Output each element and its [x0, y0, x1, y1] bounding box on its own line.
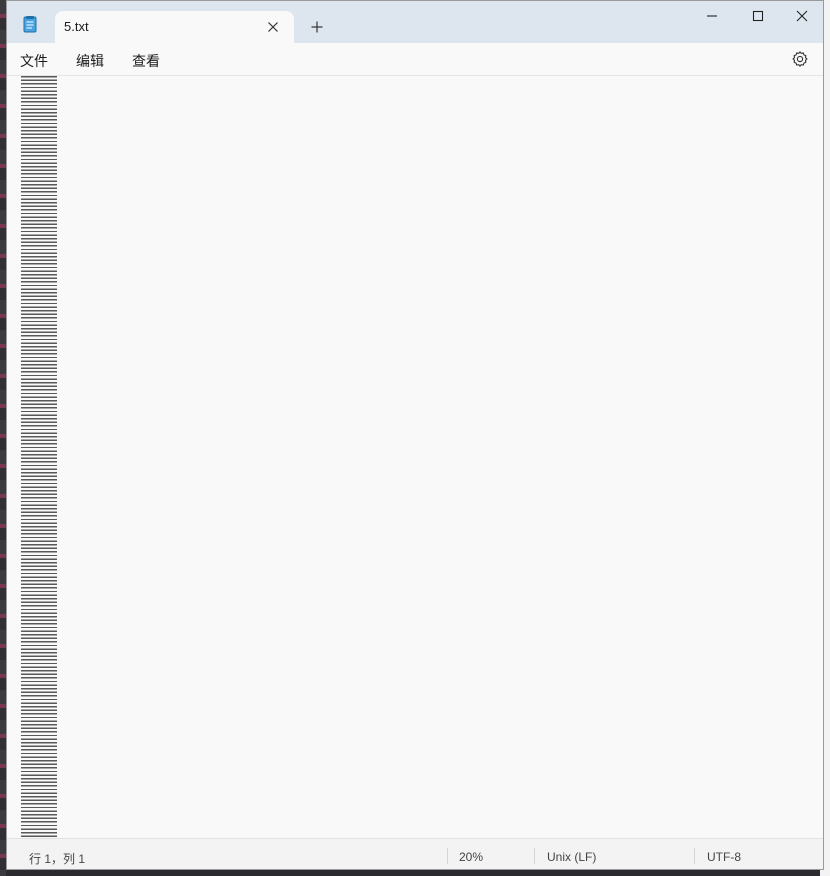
- tab-5-txt[interactable]: 5.txt: [55, 11, 294, 43]
- status-divider: [694, 848, 695, 864]
- notepad-window: 5.txt 文件 编辑 查看 行 1，列 1 20% Unix (LF) UTF…: [6, 0, 824, 870]
- encoding[interactable]: UTF-8: [707, 850, 741, 864]
- notepad-icon: [21, 15, 39, 33]
- close-icon[interactable]: [779, 1, 823, 33]
- line-ending[interactable]: Unix (LF): [547, 850, 596, 864]
- menu-bar: 文件 编辑 查看: [7, 43, 823, 76]
- status-divider: [534, 848, 535, 864]
- close-icon[interactable]: [262, 16, 284, 38]
- status-divider: [447, 848, 448, 864]
- document-text-zoomed: [21, 76, 57, 838]
- title-bar[interactable]: 5.txt: [7, 1, 823, 43]
- menu-edit[interactable]: 编辑: [76, 51, 104, 71]
- minimize-icon[interactable]: [689, 1, 735, 33]
- cursor-position: 行 1，列 1: [29, 852, 86, 866]
- zoom-level[interactable]: 20%: [459, 850, 483, 864]
- status-bar: 行 1，列 1 20% Unix (LF) UTF-8: [7, 838, 823, 869]
- maximize-icon[interactable]: [735, 1, 781, 33]
- text-editor[interactable]: [7, 76, 823, 838]
- plus-icon[interactable]: [305, 15, 329, 39]
- tab-title: 5.txt: [64, 19, 89, 34]
- menu-file[interactable]: 文件: [20, 51, 48, 71]
- menu-view[interactable]: 查看: [132, 51, 160, 71]
- gear-icon[interactable]: [791, 50, 809, 68]
